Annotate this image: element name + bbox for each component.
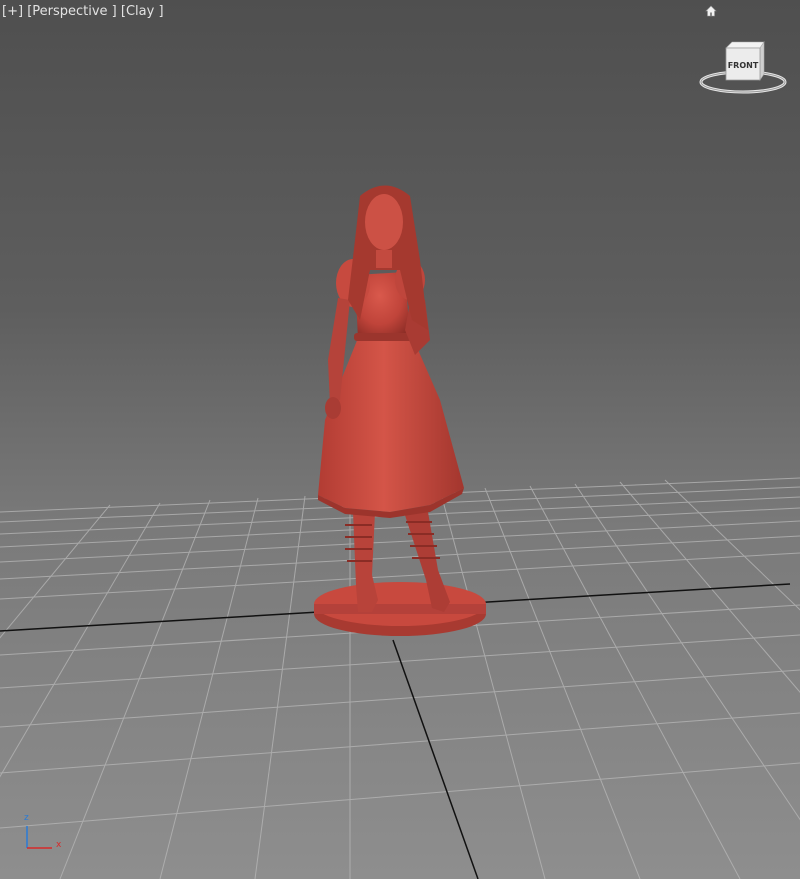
home-grid	[0, 477, 800, 879]
viewport-label: [+] [Perspective ] [Clay ]	[2, 4, 164, 19]
axis-z-label: z	[24, 813, 29, 823]
home-icon[interactable]	[705, 5, 717, 17]
viewport-menu-button[interactable]: [+]	[2, 4, 23, 19]
viewcube-icon[interactable]: FRONT	[698, 38, 788, 98]
axis-tripod	[26, 826, 52, 849]
shading-mode-menu[interactable]: [Clay ]	[121, 4, 164, 19]
axis-x-label: x	[56, 840, 62, 850]
character-model	[314, 185, 486, 636]
viewcube-face-label: FRONT	[728, 61, 759, 70]
world-y-axis-line	[392, 639, 479, 879]
scene-canvas[interactable]	[0, 0, 800, 879]
view-type-menu[interactable]: [Perspective ]	[27, 4, 117, 19]
perspective-viewport[interactable]: [+] [Perspective ] [Clay ] FRONT z x	[0, 0, 800, 879]
